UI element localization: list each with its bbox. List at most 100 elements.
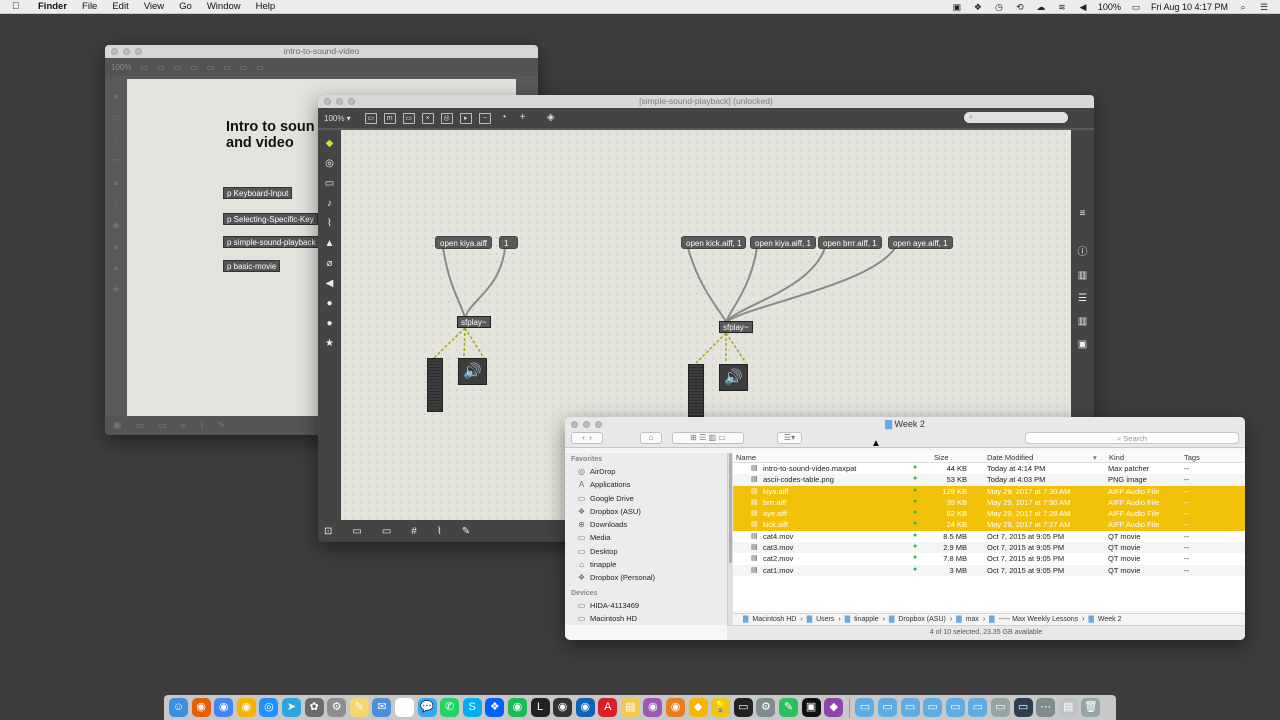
- safari-icon[interactable]: ◎: [259, 698, 279, 717]
- path-item[interactable]: Week 2: [1098, 616, 1122, 623]
- arrange-button[interactable]: ☰▾: [777, 432, 802, 444]
- add-object-icon[interactable]: +: [517, 112, 529, 124]
- speaker-icon[interactable]: 🔊: [458, 358, 487, 385]
- evernote-icon[interactable]: ✎: [779, 698, 799, 717]
- messages-icon[interactable]: 💬: [417, 698, 437, 717]
- column-size[interactable]: Size: [934, 453, 949, 462]
- subpatch-sound-playback[interactable]: p simple-sound-playback: [223, 236, 320, 248]
- file-row[interactable]: ▤ aye.aiff ● 82 KB May 29, 2017 at 7:28 AM AI…: [733, 508, 1245, 520]
- toolbar-icon[interactable]: ▭: [140, 63, 148, 72]
- menu-window[interactable]: Window: [207, 1, 241, 12]
- snap-icon[interactable]: ⌇: [200, 420, 204, 431]
- comment-box-icon[interactable]: ▭: [402, 112, 415, 124]
- menu-app-name[interactable]: Finder: [38, 1, 67, 12]
- battery-icon[interactable]: ▭: [1130, 2, 1142, 12]
- book-icon[interactable]: ▥: [1078, 270, 1087, 281]
- file-row[interactable]: ▤ ascii-codes-table.png ● 53 KB Today at 4:0…: [733, 474, 1245, 486]
- path-item[interactable]: Dropbox (ASU): [898, 616, 945, 623]
- trash2-icon[interactable]: 🗑: [1081, 698, 1101, 717]
- zoom-button[interactable]: [595, 421, 602, 428]
- menu-edit[interactable]: Edit: [112, 1, 128, 12]
- number-object-icon[interactable]: −: [478, 112, 491, 124]
- reference-icon[interactable]: ▥: [1078, 316, 1087, 327]
- info-icon[interactable]: ⓘ: [1078, 243, 1088, 258]
- message-open-brrr[interactable]: open brrr.aiff, 1: [818, 236, 882, 249]
- minimize-button[interactable]: [336, 98, 343, 105]
- wrench-icon[interactable]: ✎: [462, 526, 470, 537]
- grid-icon[interactable]: #: [411, 526, 417, 537]
- inspector-list-icon[interactable]: ≡: [1080, 208, 1086, 219]
- audacity-icon[interactable]: ◉: [575, 698, 595, 717]
- path-item[interactable]: max: [966, 616, 979, 623]
- sidebar-icon[interactable]: ⌇: [114, 198, 118, 209]
- message-open-kiya[interactable]: open kiya.aiff: [435, 236, 492, 249]
- paperclip-icon[interactable]: ⌀: [326, 258, 332, 269]
- sfplay-object-right[interactable]: sfplay~: [719, 321, 753, 333]
- dots-icon[interactable]: ⋯: [1036, 698, 1056, 717]
- sidebar-item[interactable]: ▭ Desktop: [571, 545, 727, 558]
- image-icon[interactable]: ▲: [325, 238, 335, 249]
- telegram-icon[interactable]: ➤: [281, 698, 301, 717]
- snap-icon[interactable]: ⌇: [437, 526, 442, 537]
- logic-icon[interactable]: ◉: [553, 698, 573, 717]
- window-titlebar[interactable]: [simple-sound-playback] (unlocked): [318, 95, 1094, 108]
- sidebar-icon[interactable]: ♪: [114, 134, 119, 144]
- zoom-dropdown[interactable]: 100% ▾: [324, 114, 351, 123]
- zoom-button[interactable]: [135, 48, 142, 55]
- file-row[interactable]: ▤ kick.aiff ● 24 KB May 29, 2017 at 7:27 AM A…: [733, 519, 1245, 531]
- new-object-icon[interactable]: ▭: [364, 112, 377, 124]
- terminal2-icon[interactable]: ▣: [801, 698, 821, 717]
- message-open-kiya-1[interactable]: open kiya.aiff, 1: [750, 236, 816, 249]
- sketch-icon[interactable]: ◆: [688, 698, 708, 717]
- plug-icon[interactable]: ◀: [326, 278, 334, 289]
- column-tags[interactable]: Tags: [1184, 453, 1200, 462]
- file-row[interactable]: ▤ cat1.mov ● 3 MB Oct 7, 2015 at 9:05 PM QT m…: [733, 564, 1245, 576]
- file-row[interactable]: ▤ intro-to-sound-video.maxpat ● 44 KB Today …: [733, 463, 1245, 474]
- minimize-button[interactable]: [583, 421, 590, 428]
- info-circle-icon[interactable]: ●: [326, 318, 332, 329]
- apple-menu-icon[interactable]: : [12, 1, 26, 12]
- calendar-icon[interactable]: 31: [394, 698, 414, 717]
- minimize-button[interactable]: [123, 48, 130, 55]
- message-open-kick[interactable]: open kick.aiff, 1: [681, 236, 747, 249]
- firefox-icon[interactable]: ◉: [191, 698, 211, 717]
- path-item[interactable]: ----- Max Weekly Lessons: [999, 616, 1079, 623]
- lock-icon[interactable]: ▣: [113, 420, 122, 431]
- spotify-icon[interactable]: ◉: [507, 698, 527, 717]
- stack2-icon[interactable]: ▭: [945, 698, 965, 717]
- sidebar-item[interactable]: ▭ Media: [571, 531, 727, 544]
- column-kind[interactable]: Kind: [1109, 453, 1124, 462]
- button-object-icon[interactable]: ×: [421, 112, 434, 124]
- slider-object-icon[interactable]: ▸: [459, 112, 472, 124]
- menu-help[interactable]: Help: [256, 1, 276, 12]
- list-icon[interactable]: ☰: [1078, 293, 1087, 304]
- menubar-clock[interactable]: Fri Aug 10 4:17 PM: [1151, 2, 1228, 12]
- sidebar-item[interactable]: ▭ Macintosh HD: [571, 612, 727, 625]
- dropbox-icon[interactable]: ❖: [485, 698, 505, 717]
- column-date[interactable]: Date Modified: [987, 453, 1033, 462]
- message-open-aye[interactable]: open aye.aiff, 1: [888, 236, 953, 249]
- folder-icon[interactable]: ▭: [855, 698, 875, 717]
- menu-go[interactable]: Go: [179, 1, 192, 12]
- presentation-icon[interactable]: ▭: [352, 526, 361, 537]
- trash-icon[interactable]: ▭: [990, 698, 1010, 717]
- sidebar-item[interactable]: ❖ Dropbox (Personal): [571, 571, 727, 584]
- skype-icon[interactable]: S: [462, 698, 482, 717]
- target-icon[interactable]: ◎: [325, 158, 334, 169]
- circle-icon[interactable]: ●: [326, 298, 332, 309]
- close-button[interactable]: [324, 98, 331, 105]
- live-icon[interactable]: L: [530, 698, 550, 717]
- adobe-icon[interactable]: A: [598, 698, 618, 717]
- wifi-icon[interactable]: ≋: [1056, 2, 1068, 12]
- sidebar-icon[interactable]: ▲: [112, 177, 121, 187]
- camera-icon[interactable]: ▣: [1078, 339, 1087, 350]
- level-meter[interactable]: [688, 364, 704, 417]
- photo-icon[interactable]: ◉: [666, 698, 686, 717]
- finder-icon[interactable]: ☺: [169, 698, 188, 717]
- file-row[interactable]: ▤ cat2.mov ● 7.8 MB Oct 7, 2015 at 9:05 PM QT…: [733, 553, 1245, 564]
- speaker-icon[interactable]: 🔊: [719, 364, 748, 391]
- chrome-canary-icon[interactable]: ◉: [236, 698, 256, 717]
- presentation-icon[interactable]: ▭: [136, 420, 145, 431]
- sidebar-item[interactable]: ⊕ Downloads: [571, 518, 727, 531]
- back-forward-buttons[interactable]: ‹ ›: [571, 432, 603, 444]
